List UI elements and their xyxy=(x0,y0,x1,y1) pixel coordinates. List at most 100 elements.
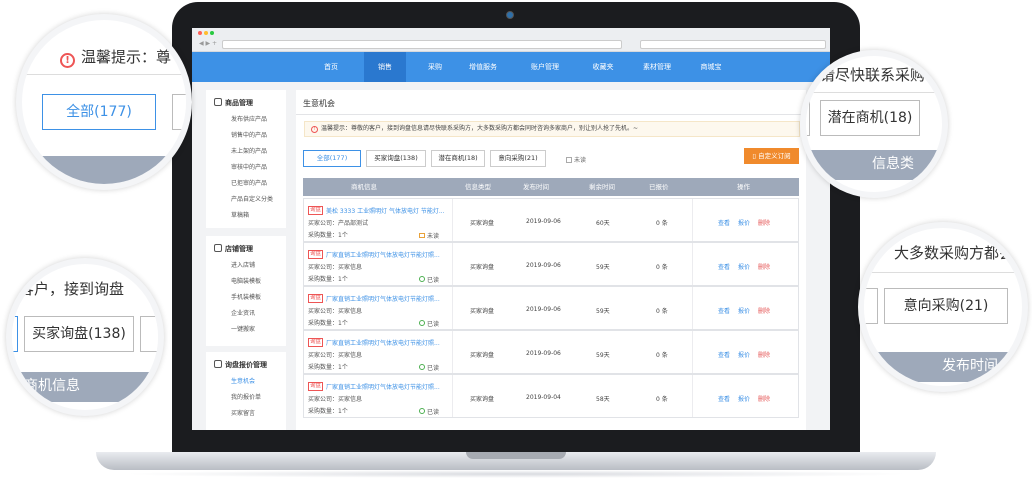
row-title-link[interactable]: 厂家直销工业照明灯气体放电灯节能灯照... xyxy=(326,294,448,303)
nav-item-3[interactable]: 增值服务 xyxy=(462,52,504,82)
delete-link[interactable]: 删除 xyxy=(758,218,770,227)
nav-item-2[interactable]: 采购 xyxy=(414,52,456,82)
sidebar-item[interactable]: 发布供应产品 xyxy=(231,114,267,123)
read-status: 已读 xyxy=(419,319,439,328)
close-dot-icon[interactable] xyxy=(198,31,202,35)
row-qty: 采购数量：1个 xyxy=(308,232,348,239)
view-link[interactable]: 查看 xyxy=(718,306,730,315)
delete-link[interactable]: 删除 xyxy=(758,394,770,403)
nav-arrows-icon[interactable]: ◀ ▶ + xyxy=(199,40,217,47)
subscribe-button[interactable]: ▯ 自定义订阅 xyxy=(744,148,799,164)
unread-checkbox[interactable]: 未读 xyxy=(566,155,586,164)
zoom-header-band: 商机信息 xyxy=(12,372,158,402)
sidebar-item[interactable]: 我的报价单 xyxy=(231,392,261,401)
quote-link[interactable]: 报价 xyxy=(738,306,750,315)
row-title-link[interactable]: 厂家直销工业照明灯气体放电灯节能灯照... xyxy=(326,338,448,347)
view-link[interactable]: 查看 xyxy=(718,218,730,227)
zoom-tab-prev[interactable] xyxy=(806,100,810,136)
nav-item-6[interactable]: 素材管理 xyxy=(636,52,678,82)
sidebar-item[interactable]: 产品自定义分类 xyxy=(231,194,273,203)
row-remain: 59天 xyxy=(596,352,610,359)
sidebar-item[interactable]: 手机装模板 xyxy=(231,292,261,301)
zoom-tip-text: ! 温馨提示：尊 xyxy=(60,46,171,68)
col-type: 信息类型 xyxy=(465,183,491,191)
table-row: 询盘 美松 3333 工业照明灯 气体放电灯 节能灯... 买家公司：产品部测试 采购… xyxy=(303,198,799,242)
row-title-link[interactable]: 美松 3333 工业照明灯 气体放电灯 节能灯... xyxy=(326,206,448,215)
quote-link[interactable]: 报价 xyxy=(738,350,750,359)
quote-link[interactable]: 报价 xyxy=(738,262,750,271)
sidebar-item[interactable]: 已拒审的产品 xyxy=(231,178,267,187)
maximize-dot-icon[interactable] xyxy=(210,31,214,35)
delete-link[interactable]: 删除 xyxy=(758,262,770,271)
row-date: 2019-09-06 xyxy=(526,218,561,225)
sidebar-section-shop: 店铺管理 进入店铺 电脑装模板 手机装模板 企业资讯 一键搬家 xyxy=(206,236,286,346)
row-remain: 60天 xyxy=(596,220,610,227)
inquiry-icon xyxy=(214,360,222,368)
nav-item-7[interactable]: 商城宝 xyxy=(690,52,732,82)
nav-item-0[interactable]: 首页 xyxy=(310,52,352,82)
quote-link[interactable]: 报价 xyxy=(738,394,750,403)
laptop-shadow xyxy=(120,470,912,478)
view-link[interactable]: 查看 xyxy=(718,350,730,359)
nav-item-4[interactable]: 账户管理 xyxy=(524,52,566,82)
tab-buyer-inquiry[interactable]: 买家询盘(138) xyxy=(366,150,426,167)
zoom-tab-all[interactable]: 全部(177) xyxy=(42,94,156,130)
row-quoted: 0 条 xyxy=(656,396,668,403)
minimize-dot-icon[interactable] xyxy=(204,31,208,35)
mail-icon xyxy=(419,233,425,238)
row-qty: 采购数量：1个 xyxy=(308,320,348,327)
zoom-tab-next[interactable] xyxy=(172,94,186,130)
row-remain: 59天 xyxy=(596,308,610,315)
zoom-header-band xyxy=(22,156,186,184)
row-title-link[interactable]: 厂家直销工业照明灯气体放电灯节能灯照... xyxy=(326,250,448,259)
zoom-tab-potential[interactable]: 潜在商机(18) xyxy=(820,100,920,136)
col-date: 发布时间 xyxy=(523,183,549,191)
delete-link[interactable]: 删除 xyxy=(758,306,770,315)
divider xyxy=(452,199,453,241)
sidebar-item[interactable]: 销售中的产品 xyxy=(231,130,267,139)
row-quoted: 0 条 xyxy=(656,264,668,271)
zoom-tab-next[interactable] xyxy=(140,316,158,352)
sidebar-item[interactable]: 企业资讯 xyxy=(231,308,255,317)
col-remain: 剩余时间 xyxy=(589,183,615,191)
sidebar-item[interactable]: 审核中的产品 xyxy=(231,162,267,171)
zoom-text: 大多数采购方都会 xyxy=(894,244,1015,262)
tip-text: 温馨提示：尊敬的客户，接到询盘信息请尽快联系采购方，大多数采购方都会同时咨询多家… xyxy=(321,125,639,132)
row-title-link[interactable]: 厂家直销工业照明灯气体放电灯节能灯照... xyxy=(326,382,448,391)
nav-item-5[interactable]: 收藏夹 xyxy=(582,52,624,82)
sidebar-section-title: 询盘报价管理 xyxy=(214,360,267,370)
zoom-tab-prev[interactable] xyxy=(864,288,878,324)
row-qty: 采购数量：1个 xyxy=(308,364,348,371)
read-status: 已读 xyxy=(419,275,439,284)
sidebar-item[interactable]: 未上架的产品 xyxy=(231,146,267,155)
read-status: 未读 xyxy=(419,231,439,240)
zoom-tab-buyer-inquiry[interactable]: 买家询盘(138) xyxy=(24,316,134,352)
delete-link[interactable]: 删除 xyxy=(758,350,770,359)
sidebar-item[interactable]: 进入店铺 xyxy=(231,260,255,269)
tab-potential[interactable]: 潜在商机(18) xyxy=(431,150,485,167)
sidebar-item[interactable]: 电脑装模板 xyxy=(231,276,261,285)
warning-icon: ! xyxy=(60,53,75,68)
tab-intent[interactable]: 意向采购(21) xyxy=(490,150,546,167)
browser-search-box[interactable] xyxy=(640,40,826,49)
tip-banner: ! 温馨提示：尊敬的客户，接到询盘信息请尽快联系采购方，大多数采购方都会同时咨询多… xyxy=(304,121,800,137)
divider xyxy=(692,331,693,373)
sidebar-item[interactable]: 一键搬家 xyxy=(231,324,255,333)
view-link[interactable]: 查看 xyxy=(718,262,730,271)
sidebar-item[interactable]: 买家留言 xyxy=(231,408,255,417)
row-type: 买家询盘 xyxy=(470,396,495,403)
tab-all[interactable]: 全部(177) xyxy=(303,150,361,167)
sidebar-item[interactable]: 生意机会 xyxy=(231,376,255,385)
view-link[interactable]: 查看 xyxy=(718,394,730,403)
zoom-tab-intent[interactable]: 意向采购(21) xyxy=(884,288,1008,324)
zoom-tab-prev[interactable] xyxy=(12,316,18,352)
quote-link[interactable]: 报价 xyxy=(738,218,750,227)
zoom-mid-left: 的客户，接到询盘 买家询盘(138) 商机信息 xyxy=(6,258,164,416)
table-row: 询盘 厂家直销工业照明灯气体放电灯节能灯照... 买家公司：买家信息 采购数量：1个 已… xyxy=(303,374,799,418)
shop-icon xyxy=(214,244,222,252)
address-bar[interactable] xyxy=(222,40,622,49)
sidebar-item[interactable]: 草稿箱 xyxy=(231,210,249,219)
checkbox-icon[interactable] xyxy=(566,157,572,163)
sidebar-section-inquiry: 询盘报价管理 生意机会我的报价单买家留言 xyxy=(206,352,286,430)
nav-item-1[interactable]: 销售 xyxy=(364,52,406,82)
